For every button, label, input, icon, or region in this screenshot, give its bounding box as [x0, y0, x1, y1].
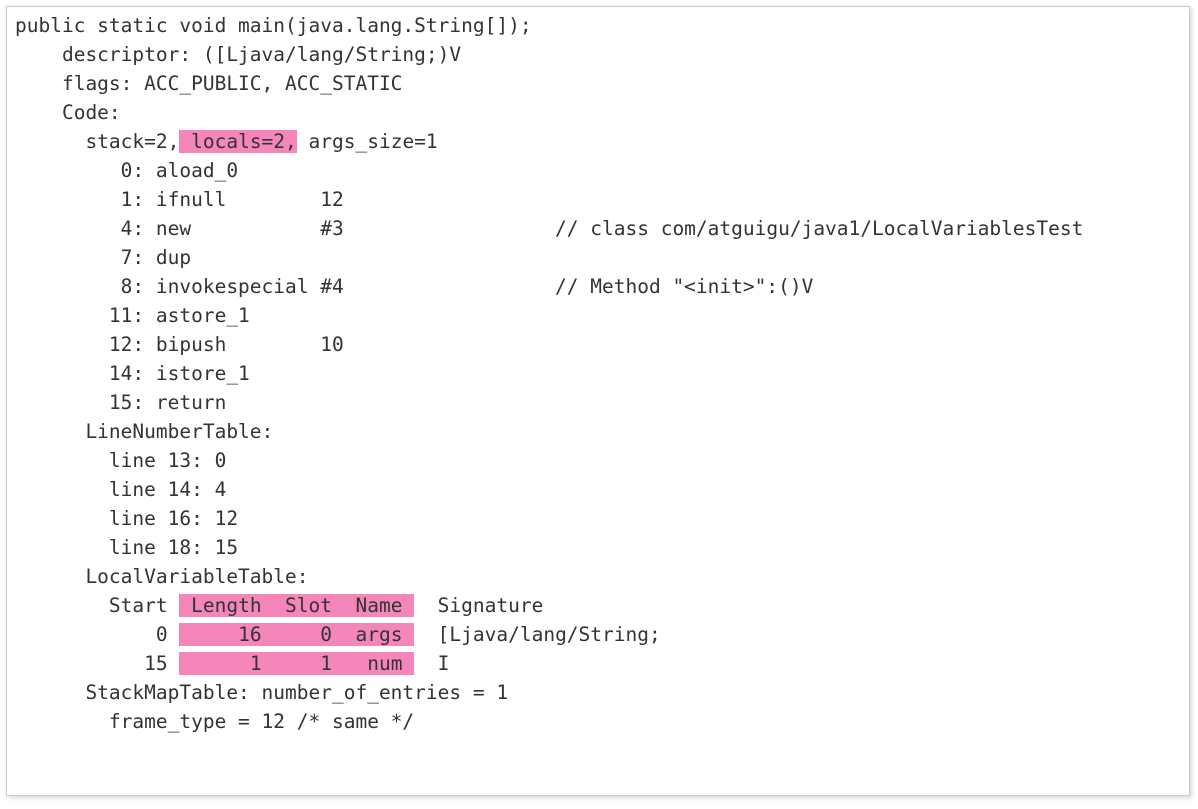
line-number-entry: line 18: 15 [15, 536, 238, 559]
lvt-header-highlight: Length Slot Name [179, 594, 414, 617]
frame-type-line: frame_type = 12 /* same */ [15, 710, 414, 733]
line-number-table-label: LineNumberTable: [15, 420, 273, 443]
locals-highlight: locals=2, [179, 130, 296, 153]
bytecode-line: 4: new #3 // class com/atguigu/java1/Loc… [15, 217, 1083, 240]
bytecode-line: 12: bipush 10 [15, 333, 344, 356]
bytecode-line: 7: dup [15, 246, 191, 269]
lvt-row-highlight: 1 1 num [179, 652, 414, 675]
descriptor-line: descriptor: ([Ljava/lang/String;)V [15, 43, 461, 66]
bytecode-line: 14: istore_1 [15, 362, 250, 385]
lvt-row-pre: 0 [15, 623, 179, 646]
stack-line-pre: stack=2, [15, 130, 179, 153]
bytecode-listing: public static void main(java.lang.String… [15, 11, 1181, 736]
lvt-row-post: I [414, 652, 449, 675]
lvt-row-post: [Ljava/lang/String; [414, 623, 661, 646]
lvt-row-pre: 15 [15, 652, 179, 675]
bytecode-listing-frame: public static void main(java.lang.String… [6, 6, 1190, 796]
bytecode-line: 8: invokespecial #4 // Method "<init>":(… [15, 275, 813, 298]
line-number-entry: line 16: 12 [15, 507, 238, 530]
flags-line: flags: ACC_PUBLIC, ACC_STATIC [15, 72, 402, 95]
stack-line-post: args_size=1 [297, 130, 438, 153]
bytecode-line: 15: return [15, 391, 226, 414]
line-number-entry: line 13: 0 [15, 449, 226, 472]
method-signature: public static void main(java.lang.String… [15, 14, 532, 37]
line-number-entry: line 14: 4 [15, 478, 226, 501]
bytecode-line: 0: aload_0 [15, 159, 238, 182]
lvt-row-highlight: 16 0 args [179, 623, 414, 646]
code-label: Code: [15, 101, 121, 124]
bytecode-line: 1: ifnull 12 [15, 188, 344, 211]
stack-map-table-line: StackMapTable: number_of_entries = 1 [15, 681, 508, 704]
lvt-header-post: Signature [414, 594, 543, 617]
local-variable-table-label: LocalVariableTable: [15, 565, 309, 588]
bytecode-line: 11: astore_1 [15, 304, 250, 327]
lvt-header-pre: Start [15, 594, 179, 617]
